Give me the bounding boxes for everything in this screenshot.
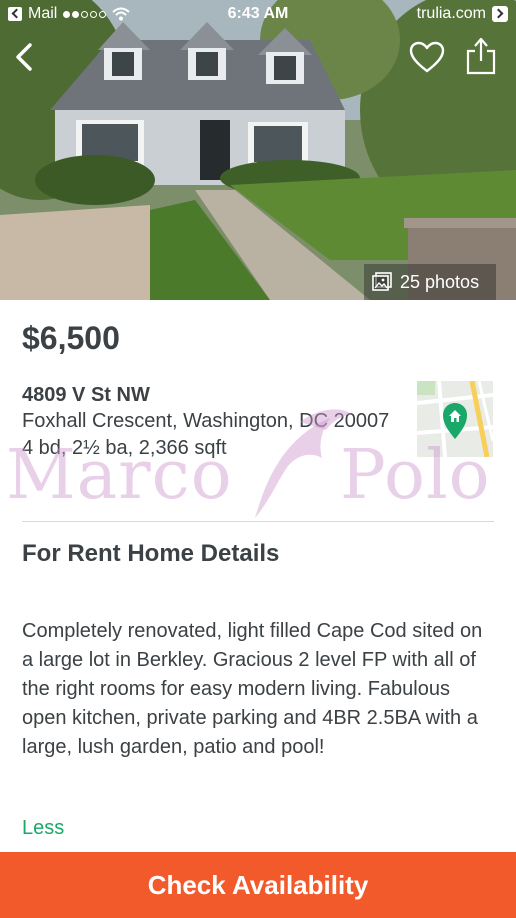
favorite-heart-icon[interactable] [409,40,445,76]
status-time: 6:43 AM [227,5,289,22]
image-gallery-icon [372,272,392,291]
photos-count-label: 25 photos [400,271,480,292]
back-app-label[interactable]: Mail [28,5,57,23]
status-bar: Mail 6:43 AM trulia.com [0,0,516,28]
back-button[interactable] [10,40,38,74]
street-address: 4809 V St NW [22,384,150,406]
listing-address: 4809 V St NW Foxhall Crescent, Washingto… [22,382,392,462]
signal-strength-icon [63,10,107,18]
share-icon[interactable] [464,36,498,76]
listing-price: $6,500 [22,320,120,356]
map-icon [417,381,493,457]
mini-map-thumbnail[interactable] [417,381,493,457]
listing-description: Completely renovated, light filled Cape … [22,620,483,758]
chevron-left-icon [16,43,32,71]
status-url: trulia.com [416,5,486,22]
neighborhood-city-zip: Foxhall Crescent, Washington, DC 20007 [22,410,390,432]
beds-baths-sqft: 4 bd, 2½ ba, 2,366 sqft [22,437,227,459]
status-bar-left: Mail [8,5,208,23]
forward-app-icon[interactable] [492,6,508,22]
check-availability-button[interactable]: Check Availability [0,852,516,918]
section-divider [22,521,494,522]
status-bar-right: trulia.com [308,5,508,23]
show-less-link[interactable]: Less [22,817,64,840]
photos-count-button[interactable]: 25 photos [364,264,496,300]
listing-hero-photo[interactable]: Mail 6:43 AM trulia.com 25 photos [0,0,516,300]
wifi-icon [112,7,131,21]
back-to-app-icon[interactable] [8,7,22,21]
details-heading: For Rent Home Details [22,540,280,567]
